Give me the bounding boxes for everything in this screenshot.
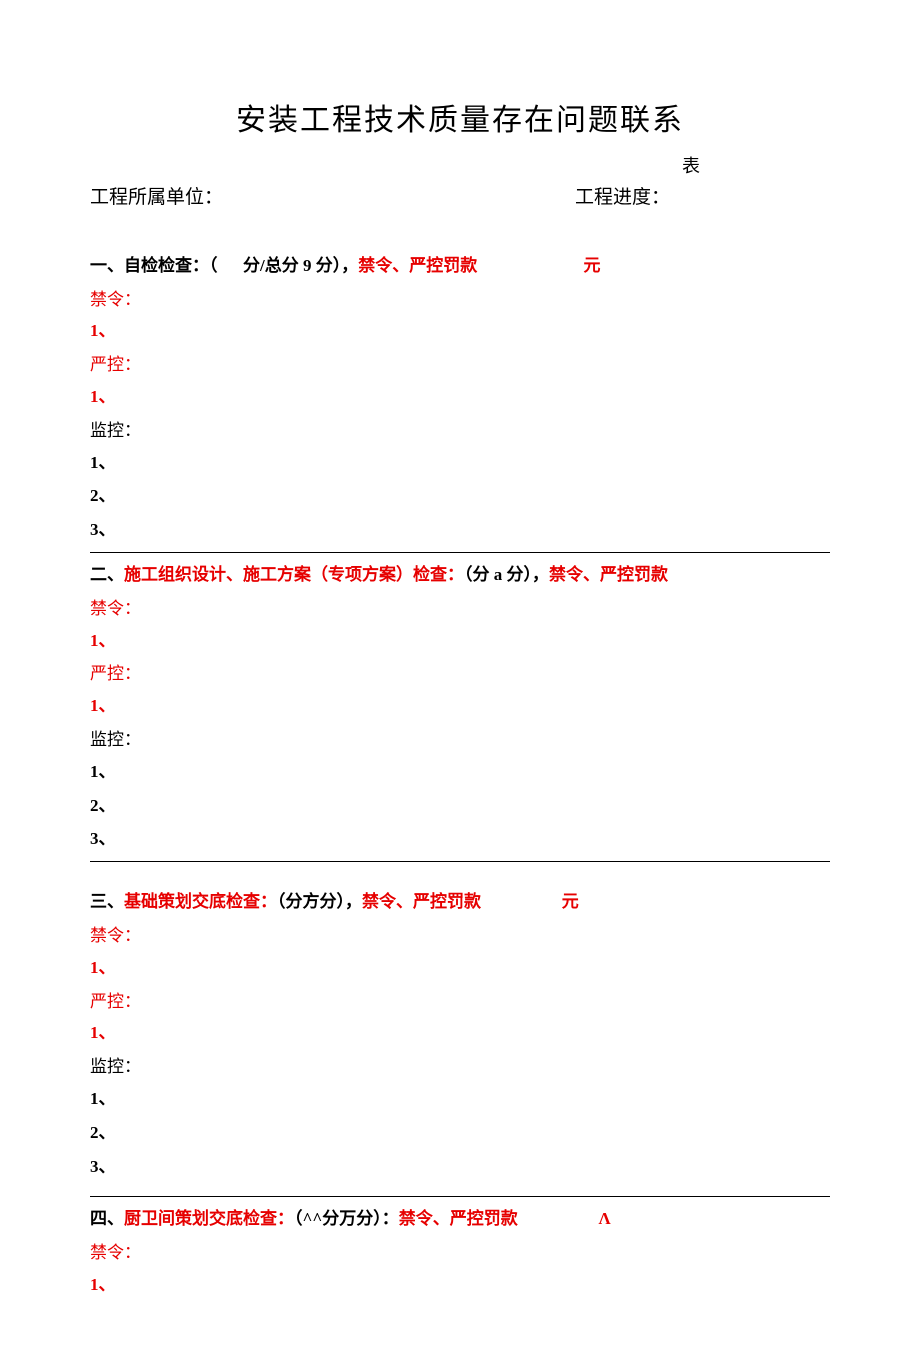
- section-num: 三、: [90, 892, 124, 911]
- prohibit-label: 禁令：: [90, 924, 830, 948]
- list-item: 1、: [90, 319, 830, 343]
- divider: [90, 861, 830, 862]
- list-item: 2、: [90, 1121, 830, 1145]
- page-title: 安装工程技术质量存在问题联系: [90, 100, 830, 142]
- divider: [90, 1196, 830, 1197]
- penalty-label: 禁令、严控罚款: [362, 892, 481, 911]
- divider: [90, 552, 830, 553]
- penalty-amount: 元: [481, 892, 579, 911]
- section-2-header: 二、施工组织设计、施工方案（专项方案）检查：（分 a 分），禁令、严控罚款: [90, 563, 830, 587]
- list-item: 1、: [90, 956, 830, 980]
- monitor-label: 监控：: [90, 1055, 830, 1079]
- list-item: 2、: [90, 484, 830, 508]
- penalty-label: 禁令、严控罚款: [358, 256, 477, 275]
- section-mid: 分/总分 9 分），: [218, 256, 359, 275]
- section-3-header: 三、基础策划交底检查：（分方分），禁令、严控罚款 元: [90, 890, 830, 914]
- strict-label: 严控：: [90, 990, 830, 1014]
- monitor-label: 监控：: [90, 728, 830, 752]
- section-4-header: 四、厨卫间策划交底检查：（^^分万分）：禁令、严控罚款 Λ: [90, 1207, 830, 1231]
- penalty-label: 禁令、严控罚款: [399, 1209, 518, 1228]
- list-item: 1、: [90, 694, 830, 718]
- section-label: 自检检查：（: [124, 256, 218, 275]
- prohibit-label: 禁令：: [90, 1241, 830, 1265]
- penalty-amount: Λ: [518, 1209, 611, 1228]
- section-1-header: 一、自检检查：（ 分/总分 9 分），禁令、严控罚款 元: [90, 254, 830, 278]
- project-progress-label: 工程进度：: [575, 185, 830, 212]
- list-item: 1、: [90, 760, 830, 784]
- section-mid: （分 a 分），: [464, 565, 549, 584]
- section-title: 基础策划交底检查：: [124, 892, 277, 911]
- section-num: 二、: [90, 565, 124, 584]
- monitor-label: 监控：: [90, 419, 830, 443]
- list-item: 1、: [90, 1087, 830, 1111]
- prohibit-label: 禁令：: [90, 288, 830, 312]
- list-item: 1、: [90, 629, 830, 653]
- section-title: 施工组织设计、施工方案（专项方案）检查：: [124, 565, 464, 584]
- list-item: 1、: [90, 385, 830, 409]
- penalty-amount: 元: [477, 256, 600, 275]
- list-item: 3、: [90, 518, 830, 542]
- header-row: 工程所属单位： 工程进度：: [90, 185, 830, 212]
- section-title: 厨卫间策划交底检查：: [124, 1209, 294, 1228]
- section-mid: （^^分万分）：: [294, 1209, 399, 1228]
- list-item: 1、: [90, 451, 830, 475]
- penalty-label: 禁令、严控罚款: [549, 565, 668, 584]
- list-item: 3、: [90, 1155, 830, 1179]
- list-item: 1、: [90, 1021, 830, 1045]
- list-item: 3、: [90, 827, 830, 851]
- prohibit-label: 禁令：: [90, 597, 830, 621]
- strict-label: 严控：: [90, 662, 830, 686]
- section-mid: （分方分），: [277, 892, 362, 911]
- list-item: 1、: [90, 1273, 830, 1297]
- section-num: 四、: [90, 1209, 124, 1228]
- list-item: 2、: [90, 794, 830, 818]
- form-marker: 表: [90, 154, 830, 179]
- project-unit-label: 工程所属单位：: [90, 185, 223, 212]
- strict-label: 严控：: [90, 353, 830, 377]
- section-num: 一、: [90, 256, 124, 275]
